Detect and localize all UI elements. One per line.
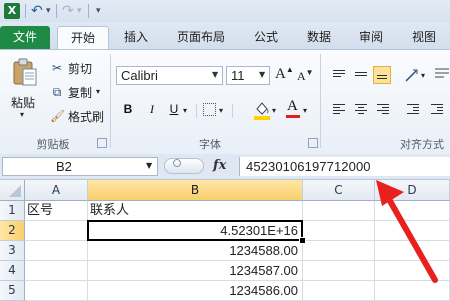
insert-function-icon[interactable]: fx [213, 158, 226, 173]
wrap-text-icon[interactable] [434, 63, 450, 85]
copy-icon[interactable]: ⧉ [50, 85, 64, 99]
tab-file[interactable]: 文件 [0, 26, 50, 49]
bold-button[interactable]: B [120, 100, 136, 118]
cell-c1[interactable] [303, 201, 375, 221]
row-header-5[interactable]: 5 [0, 281, 25, 301]
font-color-dropdown-icon[interactable]: ▾ [303, 106, 307, 115]
copy-button[interactable]: 复制 [68, 84, 92, 101]
cell-c5[interactable] [303, 281, 375, 301]
name-box-value: B2 [56, 159, 72, 174]
undo-icon[interactable]: ↶ [31, 2, 43, 20]
cell-b4[interactable]: 1234587.00 [88, 261, 303, 281]
increase-indent-icon[interactable] [428, 100, 446, 118]
customize-dropdown-icon[interactable]: ▾ [96, 2, 101, 20]
fill-handle[interactable] [299, 237, 306, 244]
row-header-2[interactable]: 2 [0, 221, 25, 241]
underline-dropdown-icon[interactable]: ▾ [183, 106, 187, 115]
qat-separator [25, 4, 26, 18]
align-left-icon[interactable] [330, 100, 348, 118]
column-header-b[interactable]: B [88, 180, 303, 201]
cell-a3[interactable] [25, 241, 88, 261]
font-launcher-icon[interactable] [308, 138, 318, 148]
tab-home[interactable]: 开始 [57, 26, 109, 50]
tab-data[interactable]: 数据 [295, 26, 343, 49]
cell-a2[interactable] [25, 221, 88, 241]
orientation-dropdown-icon[interactable]: ▾ [421, 71, 425, 80]
cell-b3[interactable]: 1234588.00 [88, 241, 303, 261]
underline-button[interactable]: U [166, 100, 182, 118]
name-box-dropdown-icon[interactable]: ▼ [146, 161, 152, 170]
row-header-3[interactable]: 3 [0, 241, 25, 261]
tab-view[interactable]: 视图 [400, 26, 448, 49]
borders-dropdown-icon[interactable]: ▾ [219, 106, 223, 115]
fill-color-icon[interactable] [254, 100, 270, 123]
italic-button[interactable]: I [144, 100, 160, 118]
active-cell-outline [87, 220, 303, 241]
align-center-icon[interactable] [352, 100, 370, 118]
copy-dropdown-icon[interactable]: ▾ [96, 87, 100, 96]
cell-b1[interactable]: 联系人 [88, 201, 303, 221]
fill-color-dropdown-icon[interactable]: ▾ [272, 106, 276, 115]
formula-bar-splitter[interactable] [164, 158, 204, 174]
font-group-label: 字体 [199, 138, 221, 151]
font-name-dropdown-icon[interactable]: ▼ [212, 70, 218, 79]
tab-insert[interactable]: 插入 [112, 26, 160, 49]
tab-review[interactable]: 审阅 [347, 26, 395, 49]
font-color-icon[interactable]: A [287, 98, 298, 115]
column-header-a[interactable]: A [25, 180, 88, 201]
select-all-corner[interactable] [0, 180, 25, 201]
splitter-knob-icon [173, 159, 181, 167]
paste-dropdown-icon[interactable]: ▾ [20, 110, 24, 119]
cut-button[interactable]: 剪切 [68, 60, 92, 77]
font-size-value: 11 [231, 68, 245, 83]
column-header-c[interactable]: C [303, 180, 375, 201]
tab-page-layout[interactable]: 页面布局 [166, 26, 236, 49]
cut-icon[interactable]: ✂ [50, 61, 64, 75]
format-painter-icon[interactable]: 🖌 [50, 109, 65, 123]
font-color-swatch [286, 115, 300, 118]
align-right-icon[interactable] [374, 100, 392, 118]
borders-icon[interactable] [203, 103, 216, 116]
font-size-dropdown-icon[interactable]: ▼ [259, 70, 265, 79]
format-painter-button[interactable]: 格式刷 [68, 108, 104, 125]
font-divider [232, 104, 233, 118]
font-name-value: Calibri [121, 68, 158, 83]
cell-a5[interactable] [25, 281, 88, 301]
cell-c3[interactable] [303, 241, 375, 261]
excel-logo-icon[interactable]: X [4, 3, 20, 19]
redo-dropdown-icon[interactable]: ▾ [77, 2, 82, 20]
orientation-icon[interactable] [404, 67, 420, 83]
shrink-font-icon[interactable]: A▼ [297, 68, 314, 84]
clipboard-launcher-icon[interactable] [97, 138, 107, 148]
cell-b5[interactable]: 1234586.00 [88, 281, 303, 301]
undo-dropdown-icon[interactable]: ▾ [46, 2, 51, 20]
alignment-group-label: 对齐方式 [400, 138, 444, 151]
grow-font-icon[interactable]: A▲ [275, 65, 294, 83]
align-top-icon[interactable] [330, 66, 348, 84]
qat-separator [56, 4, 57, 18]
group-separator [320, 54, 321, 148]
cell-c4[interactable] [303, 261, 375, 281]
qat-separator [88, 4, 89, 18]
red-arrow-annotation-icon [376, 180, 438, 283]
clipboard-group-label: 剪贴板 [36, 138, 70, 151]
group-separator [110, 54, 111, 148]
font-divider [196, 104, 197, 118]
cell-c2[interactable] [303, 221, 375, 241]
paste-icon[interactable] [12, 58, 38, 86]
row-header-1[interactable]: 1 [0, 201, 25, 221]
paste-button-label[interactable]: 粘贴 [11, 94, 35, 111]
row-header-4[interactable]: 4 [0, 261, 25, 281]
tab-formulas[interactable]: 公式 [242, 26, 290, 49]
name-box[interactable] [2, 157, 158, 176]
cell-a4[interactable] [25, 261, 88, 281]
redo-icon[interactable]: ↷ [62, 2, 74, 20]
decrease-indent-icon[interactable] [404, 100, 422, 118]
align-middle-icon[interactable] [352, 66, 370, 84]
cell-a1[interactable]: 区号 [25, 201, 88, 221]
align-bottom-icon[interactable] [373, 66, 391, 84]
formula-content: 45230106197712000 [246, 159, 371, 174]
